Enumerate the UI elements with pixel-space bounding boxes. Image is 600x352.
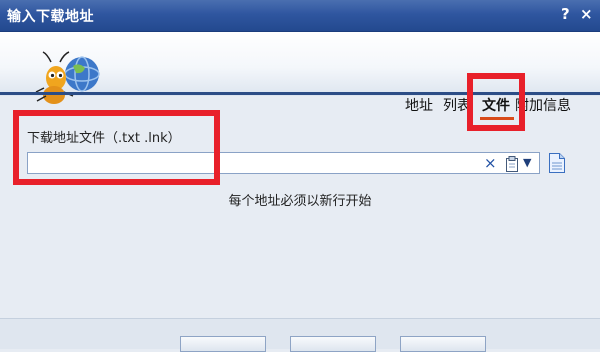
footer-button[interactable] [290,336,376,352]
ant-globe-logo-icon [35,51,100,104]
clipboard-icon[interactable] [505,156,519,172]
highlight-box-tab [467,73,525,131]
close-button[interactable]: × [580,5,593,23]
footer-button[interactable] [400,336,486,352]
help-button[interactable]: ? [561,5,570,23]
clear-icon[interactable]: × [484,154,497,172]
footer-button[interactable] [180,336,266,352]
hint-text: 每个地址必须以新行开始 [228,194,372,209]
title-bar: 输入下载地址 ? × [0,0,600,32]
highlight-box-field [13,110,220,185]
window-title: 输入下载地址 [7,9,94,25]
dropdown-icon[interactable]: ▼ [523,155,531,171]
tab-address[interactable]: 地址 [405,95,433,115]
document-icon[interactable] [548,152,566,174]
